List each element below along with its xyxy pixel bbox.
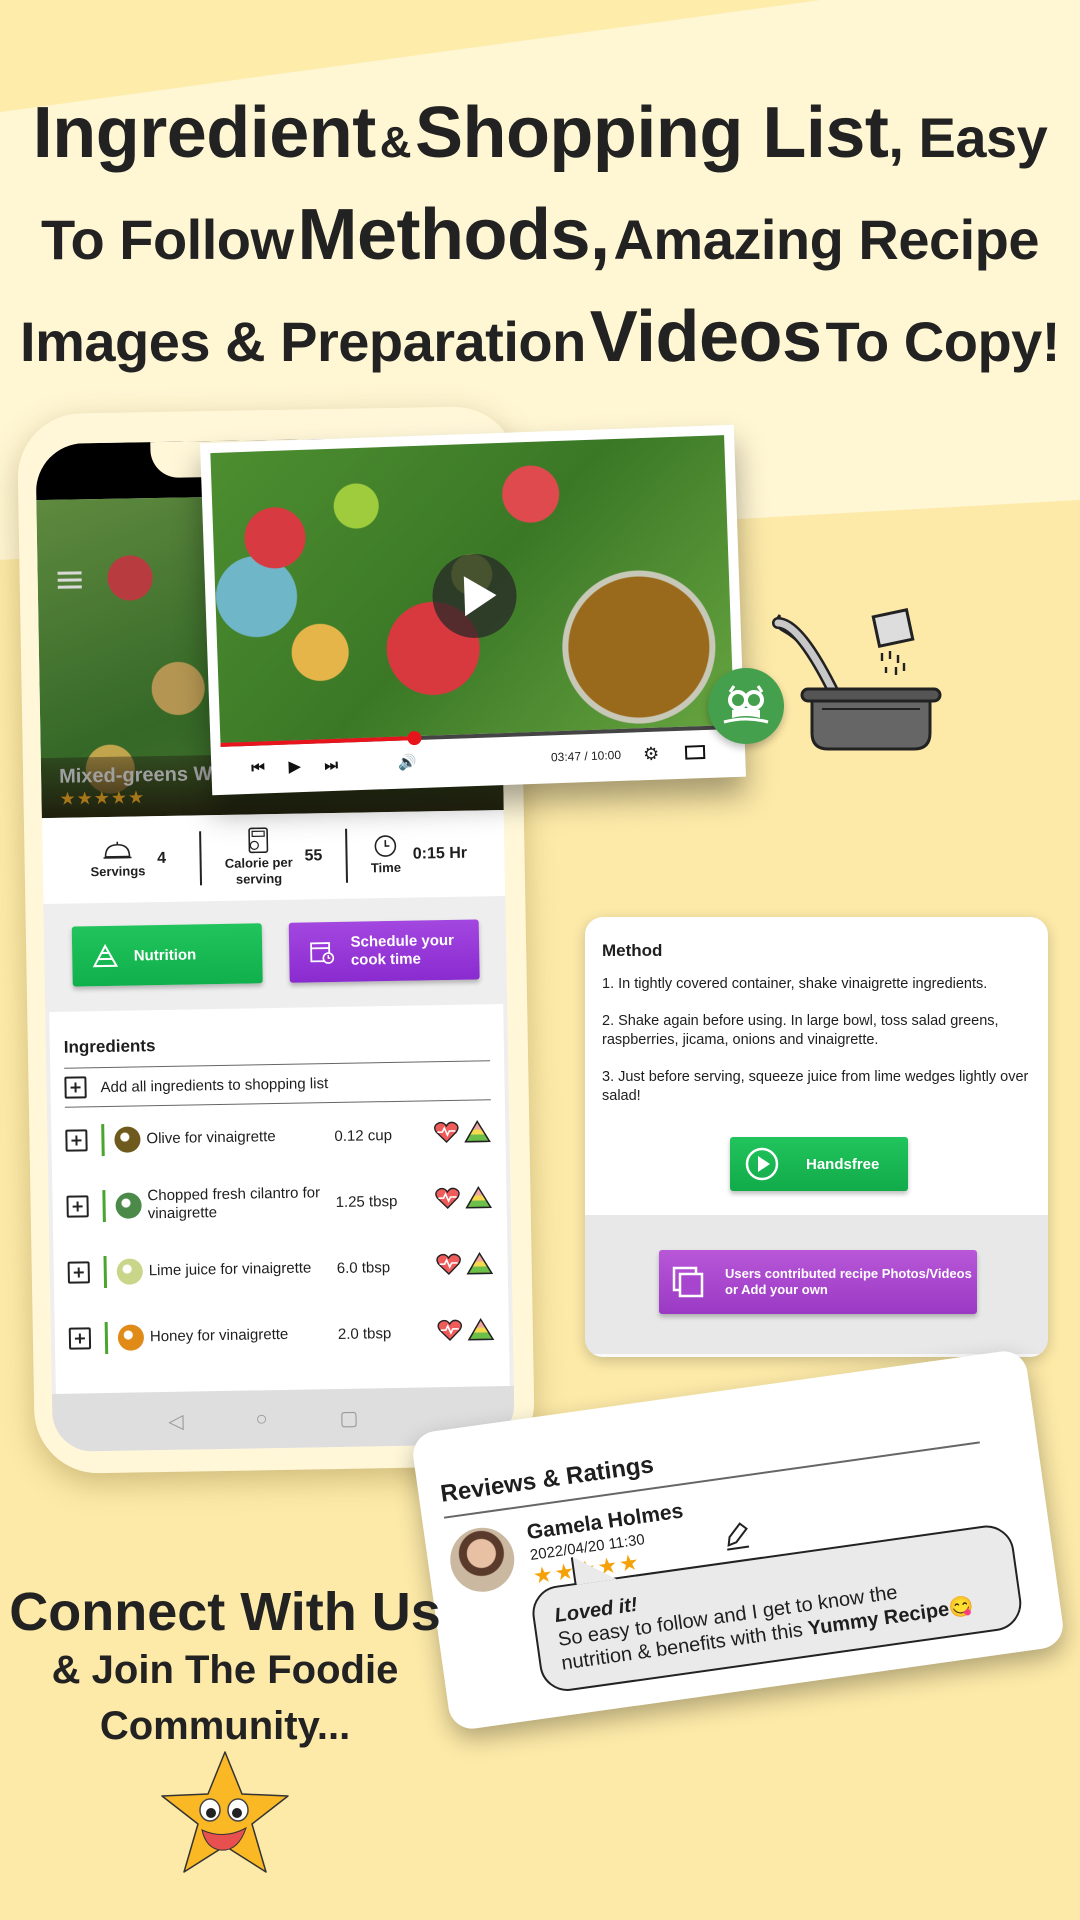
edit-pencil-icon[interactable]	[721, 1521, 751, 1552]
connect-section: Connect With Us & Join The Foodie Commun…	[0, 1582, 450, 1754]
recipe-stats: Servings 4 Calorie per serving 55 Time 0…	[41, 810, 506, 905]
ingredient-marker	[102, 1190, 106, 1223]
method-section: Method 1. In tightly covered container, …	[585, 917, 1048, 1215]
connect-sub-2: Community...	[99, 1704, 351, 1748]
avatar	[446, 1523, 519, 1596]
ingredient-row: Honey for vinaigrette 2.0 tbsp	[68, 1298, 495, 1371]
plus-box-icon[interactable]	[64, 1076, 87, 1099]
skip-previous-icon[interactable]: ⏮	[251, 759, 265, 776]
fullscreen-icon[interactable]	[684, 744, 706, 760]
video-player: ⏮ ▶ ⏭ 🔊 03:47 / 10:00 ⚙	[200, 424, 746, 796]
time-value: 0:15 Hr	[412, 844, 468, 863]
ingredient-name: Olive for vinaigrette	[146, 1128, 276, 1148]
method-step: 1. In tightly covered container, shake v…	[602, 976, 988, 992]
play-icon[interactable]: ▶	[289, 757, 301, 775]
action-buttons: Nutrition Schedule your cook time	[43, 904, 507, 1002]
promo-headline: Ingredient & Shopping List, Easy To Foll…	[0, 92, 1080, 398]
headline-line-1: Ingredient & Shopping List, Easy	[32, 93, 1048, 173]
yum-emoji-icon: 😋	[947, 1594, 976, 1621]
ingredient-quantity: 6.0 tbsp	[336, 1258, 391, 1277]
cloche-icon	[103, 841, 132, 859]
add-all-label: Add all ingredients to shopping list	[100, 1074, 329, 1096]
calendar-clock-icon	[309, 942, 334, 964]
nutrition-label: Nutrition	[133, 945, 197, 964]
clock-icon	[374, 835, 397, 857]
stat-calories: Calorie per serving 55	[201, 826, 345, 888]
time-readout: 03:47 / 10:00	[550, 747, 622, 765]
ingredient-quantity: 2.0 tbsp	[337, 1324, 392, 1343]
ingredients-section: Ingredients Add all ingredients to shopp…	[49, 1004, 511, 1432]
user-contributed-media-button[interactable]: Users contributed recipe Photos/Videos or…	[659, 1250, 977, 1314]
ingredient-row: Olive for vinaigrette 0.12 cup	[65, 1100, 492, 1173]
ingredient-thumbnail	[116, 1258, 143, 1285]
connect-heading: Connect With Us	[9, 1582, 441, 1642]
nav-back-button[interactable]: ◁	[168, 1408, 184, 1433]
nutrition-pyramid-icon[interactable]	[467, 1317, 495, 1345]
time-label: Time	[370, 859, 402, 876]
health-heart-icon[interactable]	[435, 1252, 461, 1280]
calculator-icon	[248, 827, 269, 854]
play-circle-icon	[745, 1147, 779, 1181]
ingredient-quantity: 0.12 cup	[334, 1126, 393, 1145]
video-frame[interactable]	[210, 435, 735, 743]
nav-recents-button[interactable]: ▢	[339, 1405, 358, 1430]
ingredient-thumbnail	[115, 1192, 142, 1219]
connect-sub-1: & Join The Foodie	[51, 1648, 399, 1692]
cooking-pot-icon	[772, 608, 942, 751]
play-overlay-button[interactable]	[431, 552, 518, 640]
ingredient-list: Olive for vinaigrette 0.12 cup Chopped fre…	[65, 1100, 496, 1371]
ingredients-title: Ingredients	[63, 1036, 156, 1057]
headline-line-3: Images & Preparation Videos To Copy!	[20, 297, 1060, 377]
nav-home-button[interactable]: ○	[255, 1408, 267, 1431]
stat-servings: Servings 4	[56, 838, 200, 880]
add-to-shopping-list-icon[interactable]	[67, 1261, 90, 1284]
servings-value: 4	[157, 849, 167, 868]
health-heart-icon[interactable]	[434, 1186, 460, 1214]
health-heart-icon[interactable]	[437, 1318, 463, 1346]
nutrition-pyramid-icon[interactable]	[463, 1119, 491, 1147]
add-to-shopping-list-icon[interactable]	[65, 1129, 88, 1152]
ingredient-quantity: 1.25 tbsp	[335, 1192, 398, 1211]
method-step: 3. Just before serving, squeeze juice fr…	[602, 1069, 1029, 1104]
calorie-value: 55	[304, 847, 323, 865]
handsfree-label: Handsfree	[806, 1155, 880, 1173]
method-steps: 1. In tightly covered container, shake v…	[602, 975, 1031, 1106]
ingredient-marker	[103, 1256, 108, 1289]
ingredient-name: Chopped fresh cilantro for vinaigrette	[147, 1184, 321, 1223]
ingredient-marker	[104, 1321, 109, 1355]
method-card: Method 1. In tightly covered container, …	[585, 917, 1048, 1357]
ingredient-thumbnail	[114, 1126, 141, 1153]
volume-icon[interactable]: 🔊	[398, 753, 417, 772]
ingredient-marker	[101, 1124, 105, 1157]
settings-gear-icon[interactable]: ⚙	[643, 743, 660, 765]
ingredient-row: Lime juice for vinaigrette 6.0 tbsp	[67, 1232, 494, 1305]
ingredient-name: Honey for vinaigrette	[149, 1325, 289, 1346]
stat-time: Time 0:15 Hr	[347, 832, 491, 876]
add-to-shopping-list-icon[interactable]	[66, 1195, 89, 1218]
nutrition-pyramid-icon[interactable]	[464, 1185, 492, 1213]
health-heart-icon[interactable]	[433, 1120, 459, 1148]
pyramid-icon	[92, 943, 118, 968]
add-to-shopping-list-icon[interactable]	[68, 1327, 92, 1350]
nutrition-button[interactable]: Nutrition	[71, 923, 263, 987]
contrib-label: Users contributed recipe Photos/Videos or…	[725, 1266, 972, 1297]
skip-next-icon[interactable]: ⏭	[324, 756, 338, 773]
gallery-stack-icon	[672, 1266, 704, 1298]
schedule-label: Schedule your cook time	[350, 931, 455, 969]
ingredient-row: Chopped fresh cilantro for vinaigrette 1.…	[66, 1166, 493, 1239]
method-title: Method	[602, 941, 663, 960]
servings-label: Servings	[90, 863, 146, 880]
nutrition-pyramid-icon[interactable]	[465, 1251, 494, 1279]
headline-line-2: To Follow Methods, Amazing Recipe	[40, 195, 1040, 275]
smiling-star-mascot-icon	[161, 1751, 289, 1873]
calorie-label: Calorie per	[224, 854, 293, 871]
ingredient-name: Lime juice for vinaigrette	[148, 1259, 312, 1280]
handsfree-button[interactable]: Handsfree	[730, 1137, 908, 1191]
menu-icon[interactable]	[57, 571, 82, 589]
ingredient-thumbnail	[117, 1324, 145, 1351]
schedule-cook-time-button[interactable]: Schedule your cook time	[288, 919, 480, 983]
method-step: 2. Shake again before using. In large bo…	[602, 1013, 999, 1048]
